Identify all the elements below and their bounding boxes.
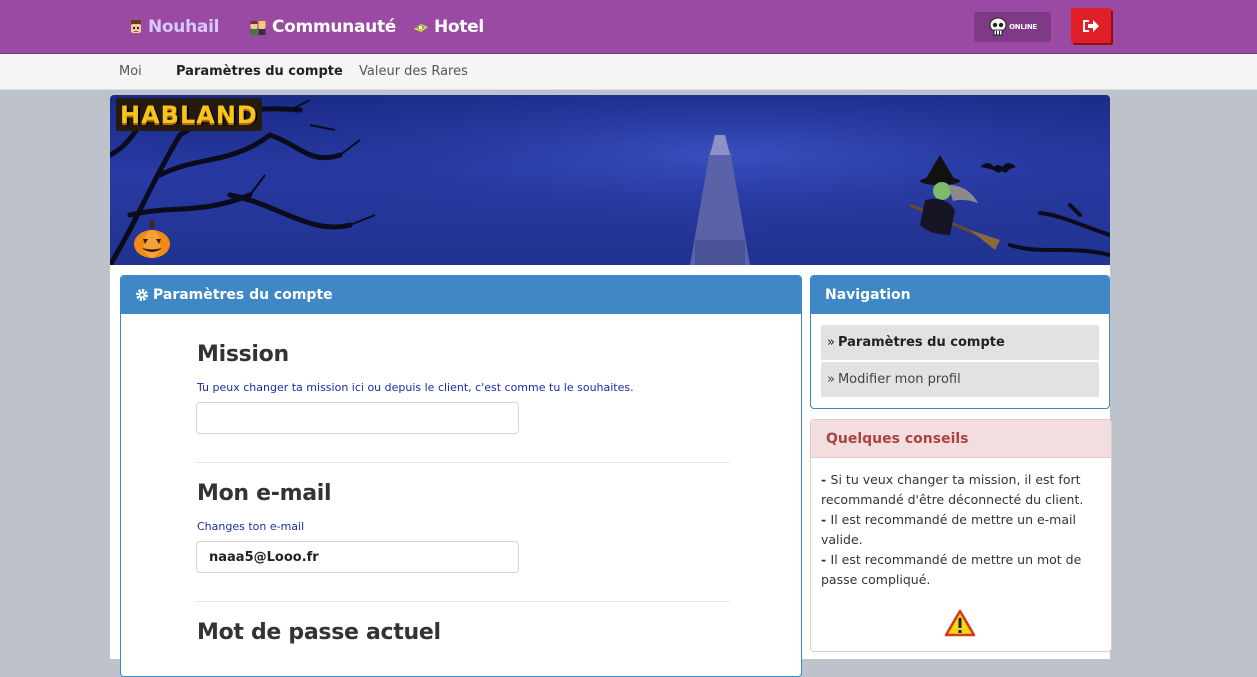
avatar-head-icon: [131, 19, 141, 33]
tip-item: - Il est recommandé de mettre un mot de …: [821, 552, 1082, 587]
subnav-account-settings[interactable]: Paramètres du compte: [176, 54, 343, 89]
topnav-hotel-label: Hotel: [434, 16, 484, 37]
email-title: Mon e-mail: [197, 481, 332, 506]
tips-body: - Si tu veux changer ta mission, il est …: [811, 458, 1111, 590]
topnav-community-label: Communauté: [272, 16, 397, 37]
account-settings-header: Paramètres du compte: [121, 276, 801, 314]
skull-icon: [989, 17, 1007, 36]
double-chevron-right-icon: »: [827, 372, 835, 387]
topnav-user-label: Nouhail: [148, 16, 220, 37]
section-divider: [196, 601, 730, 602]
email-help: Changes ton e-mail: [197, 520, 305, 533]
subnav-rares-value[interactable]: Valeur des Rares: [359, 54, 468, 89]
online-status-button[interactable]: ONLINE: [974, 12, 1051, 42]
topnav-user[interactable]: Nouhail: [128, 0, 219, 53]
topnav-community[interactable]: Communauté: [249, 0, 396, 53]
tips-title: Quelques conseils: [826, 430, 969, 447]
mission-input[interactable]: [196, 402, 519, 434]
tips-panel: Quelques conseils - Si tu veux changer t…: [810, 419, 1112, 652]
top-navbar: Nouhail Communauté Hotel ONLINE: [0, 0, 1257, 54]
navigation-panel: Navigation » Paramètres du compte » Modi…: [810, 275, 1110, 409]
account-settings-panel: Paramètres du compte: [120, 275, 802, 677]
habland-logo[interactable]: HABLAND: [116, 98, 262, 131]
tip-item: - Il est recommandé de mettre un e-mail …: [821, 512, 1076, 547]
tips-header: Quelques conseils: [811, 420, 1111, 458]
email-input[interactable]: [196, 541, 519, 573]
section-divider: [196, 462, 730, 463]
hero-banner: HABLAND: [110, 95, 1110, 265]
double-chevron-right-icon: »: [827, 335, 835, 350]
nav-link-label: Paramètres du compte: [837, 335, 1005, 350]
tip-item: - Si tu veux changer ta mission, il est …: [821, 472, 1084, 507]
current-password-title: Mot de passe actuel: [197, 620, 441, 645]
sub-navbar: Moi Paramètres du compte Valeur des Rare…: [0, 54, 1257, 90]
topnav-hotel[interactable]: Hotel: [412, 0, 484, 53]
navigation-header: Navigation: [811, 276, 1109, 314]
online-label: ONLINE: [1009, 23, 1037, 31]
mission-title: Mission: [197, 342, 289, 367]
nav-link-label: Modifier mon profil: [837, 372, 961, 387]
mission-help: Tu peux changer ta mission ici ou depuis…: [197, 381, 634, 394]
navigation-title: Navigation: [825, 287, 911, 303]
hotel-icon: [414, 23, 428, 32]
nav-link-account-settings[interactable]: » Paramètres du compte: [821, 325, 1099, 360]
sign-out-icon: [1083, 19, 1099, 32]
pumpkin-icon: [134, 220, 170, 258]
logout-button[interactable]: [1071, 8, 1111, 43]
subnav-moi[interactable]: Moi: [119, 54, 142, 89]
warning-icon: [944, 609, 976, 637]
gear-icon: [136, 289, 148, 301]
nav-link-edit-profile[interactable]: » Modifier mon profil: [821, 362, 1099, 397]
account-settings-title: Paramètres du compte: [153, 287, 333, 303]
community-icon: [250, 20, 266, 35]
